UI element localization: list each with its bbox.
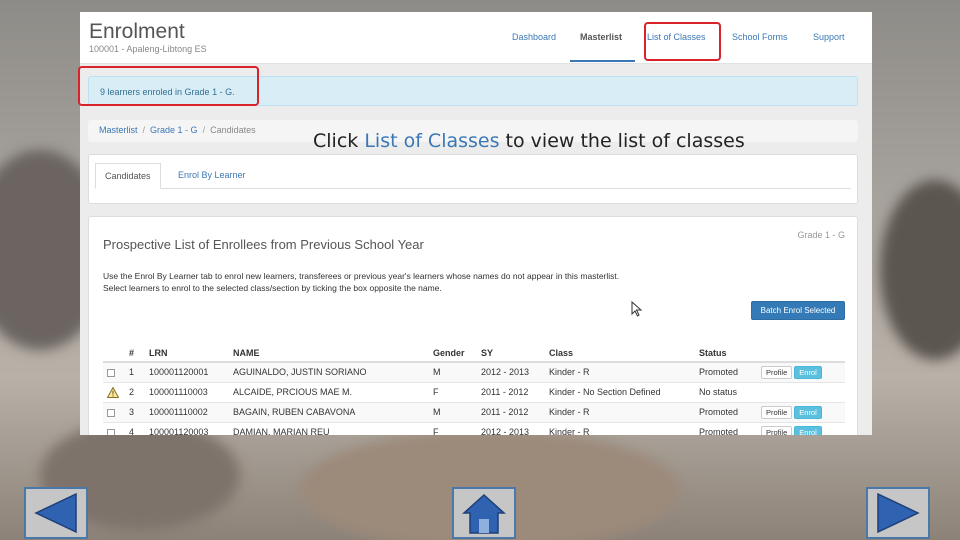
home-button[interactable]	[452, 487, 516, 539]
cell-status: Promoted	[695, 361, 757, 382]
right-triangle-icon	[877, 492, 920, 534]
enrol-button[interactable]: Enrol	[794, 405, 822, 419]
caption-text: Click	[313, 130, 365, 152]
enrol-button[interactable]: Enrol	[794, 425, 822, 435]
cell-name: AGUINALDO, JUSTIN SORIANO	[229, 361, 429, 382]
panel-title: Prospective List of Enrollees from Previ…	[103, 237, 424, 252]
active-nav-underline	[570, 60, 635, 62]
cell-class: Kinder - R	[545, 401, 695, 422]
enrol-button[interactable]: Enrol	[794, 365, 822, 379]
cell-gender: M	[429, 401, 477, 422]
school-name: 100001 - Apaleng-Libtong ES	[89, 44, 207, 54]
breadcrumb-separator: /	[142, 125, 146, 135]
cell-status: Promoted	[695, 401, 757, 422]
tabs-panel: Candidates Enrol By Learner	[88, 154, 858, 204]
background-blob	[880, 180, 960, 360]
cell-num: 1	[125, 361, 145, 382]
breadcrumb-masterlist[interactable]: Masterlist	[99, 125, 138, 135]
column-header: #	[125, 344, 145, 363]
cell-class: Kinder - R	[545, 421, 695, 435]
tutorial-caption: Click List of Classes to view the list o…	[313, 130, 745, 152]
nav-masterlist[interactable]: Masterlist	[580, 32, 622, 42]
cell-sy: 2011 - 2012	[477, 401, 545, 422]
table-row: 3 100001110002 BAGAIN, RUBEN CABAVONA M …	[103, 401, 845, 422]
column-header: Gender	[429, 344, 477, 363]
cell-gender: F	[429, 381, 477, 402]
cell-lrn: 100001120003	[145, 421, 229, 435]
left-triangle-icon	[34, 492, 77, 534]
cell-class: Kinder - R	[545, 361, 695, 382]
highlight-alert	[78, 66, 259, 106]
table-row: 4 100001120003 DAMIAN, MARIAN REU F 2012…	[103, 421, 845, 435]
caption-text: to view the list of classes	[499, 130, 745, 152]
breadcrumb-grade[interactable]: Grade 1 - G	[150, 125, 198, 135]
candidates-panel: Prospective List of Enrollees from Previ…	[88, 216, 858, 435]
instruction-line-2: Select learners to enrol to the selected…	[103, 283, 442, 293]
breadcrumb-separator: /	[202, 125, 206, 135]
app-header: Enrolment 100001 - Apaleng-Libtong ES Da…	[80, 12, 872, 64]
profile-button[interactable]: Profile	[761, 405, 793, 419]
tab-candidates[interactable]: Candidates	[95, 163, 161, 189]
breadcrumb-current: Candidates	[210, 125, 256, 135]
cell-class: Kinder - No Section Defined	[545, 381, 695, 402]
cell-status: Promoted	[695, 421, 757, 435]
column-header: Status	[695, 344, 757, 363]
column-header: Class	[545, 344, 695, 363]
cell-gender: F	[429, 421, 477, 435]
app-title: Enrolment	[89, 20, 185, 43]
highlight-list-of-classes	[644, 22, 721, 61]
table-row: 2 100001110003 ALCAIDE, PRCIOUS MAE M. F…	[103, 381, 845, 402]
caption-highlight: List of Classes	[364, 130, 500, 152]
mouse-cursor-icon	[631, 301, 643, 317]
nav-school-forms[interactable]: School Forms	[732, 32, 788, 42]
instruction-line-1: Use the Enrol By Learner tab to enrol ne…	[103, 271, 620, 281]
warning-icon	[107, 386, 119, 398]
cell-status: No status	[695, 381, 757, 402]
cell-lrn: 100001120001	[145, 361, 229, 382]
profile-button[interactable]: Profile	[761, 425, 793, 435]
column-header: NAME	[229, 344, 429, 363]
actions-column-header	[757, 344, 845, 363]
row-checkbox[interactable]	[107, 408, 115, 417]
cell-num: 4	[125, 421, 145, 435]
cell-lrn: 100001110003	[145, 381, 229, 402]
nav-support[interactable]: Support	[813, 32, 845, 42]
cell-lrn: 100001110002	[145, 401, 229, 422]
column-header: SY	[477, 344, 545, 363]
prev-slide-button[interactable]	[24, 487, 88, 539]
nav-dashboard[interactable]: Dashboard	[512, 32, 556, 42]
batch-enrol-button[interactable]: Batch Enrol Selected	[751, 301, 845, 320]
row-checkbox[interactable]	[107, 368, 115, 377]
candidates-table: # LRN NAME Gender SY Class Status 1 1000…	[103, 344, 845, 435]
cell-gender: M	[429, 361, 477, 382]
column-header: LRN	[145, 344, 229, 363]
row-checkbox[interactable]	[107, 428, 115, 435]
cell-sy: 2012 - 2013	[477, 421, 545, 435]
cell-name: DAMIAN, MARIAN REU	[229, 421, 429, 435]
table-header-row: # LRN NAME Gender SY Class Status	[103, 344, 845, 363]
cell-num: 3	[125, 401, 145, 422]
table-row: 1 100001120001 AGUINALDO, JUSTIN SORIANO…	[103, 361, 845, 382]
tab-enrol-by-learner[interactable]: Enrol By Learner	[169, 163, 255, 189]
select-column-header	[103, 344, 125, 363]
next-slide-button[interactable]	[866, 487, 930, 539]
cell-sy: 2012 - 2013	[477, 361, 545, 382]
home-icon	[462, 493, 506, 534]
cell-name: ALCAIDE, PRCIOUS MAE M.	[229, 381, 429, 402]
cell-num: 2	[125, 381, 145, 402]
cell-sy: 2011 - 2012	[477, 381, 545, 402]
profile-button[interactable]: Profile	[761, 365, 793, 379]
cell-name: BAGAIN, RUBEN CABAVONA	[229, 401, 429, 422]
panel-grade: Grade 1 - G	[797, 230, 845, 240]
